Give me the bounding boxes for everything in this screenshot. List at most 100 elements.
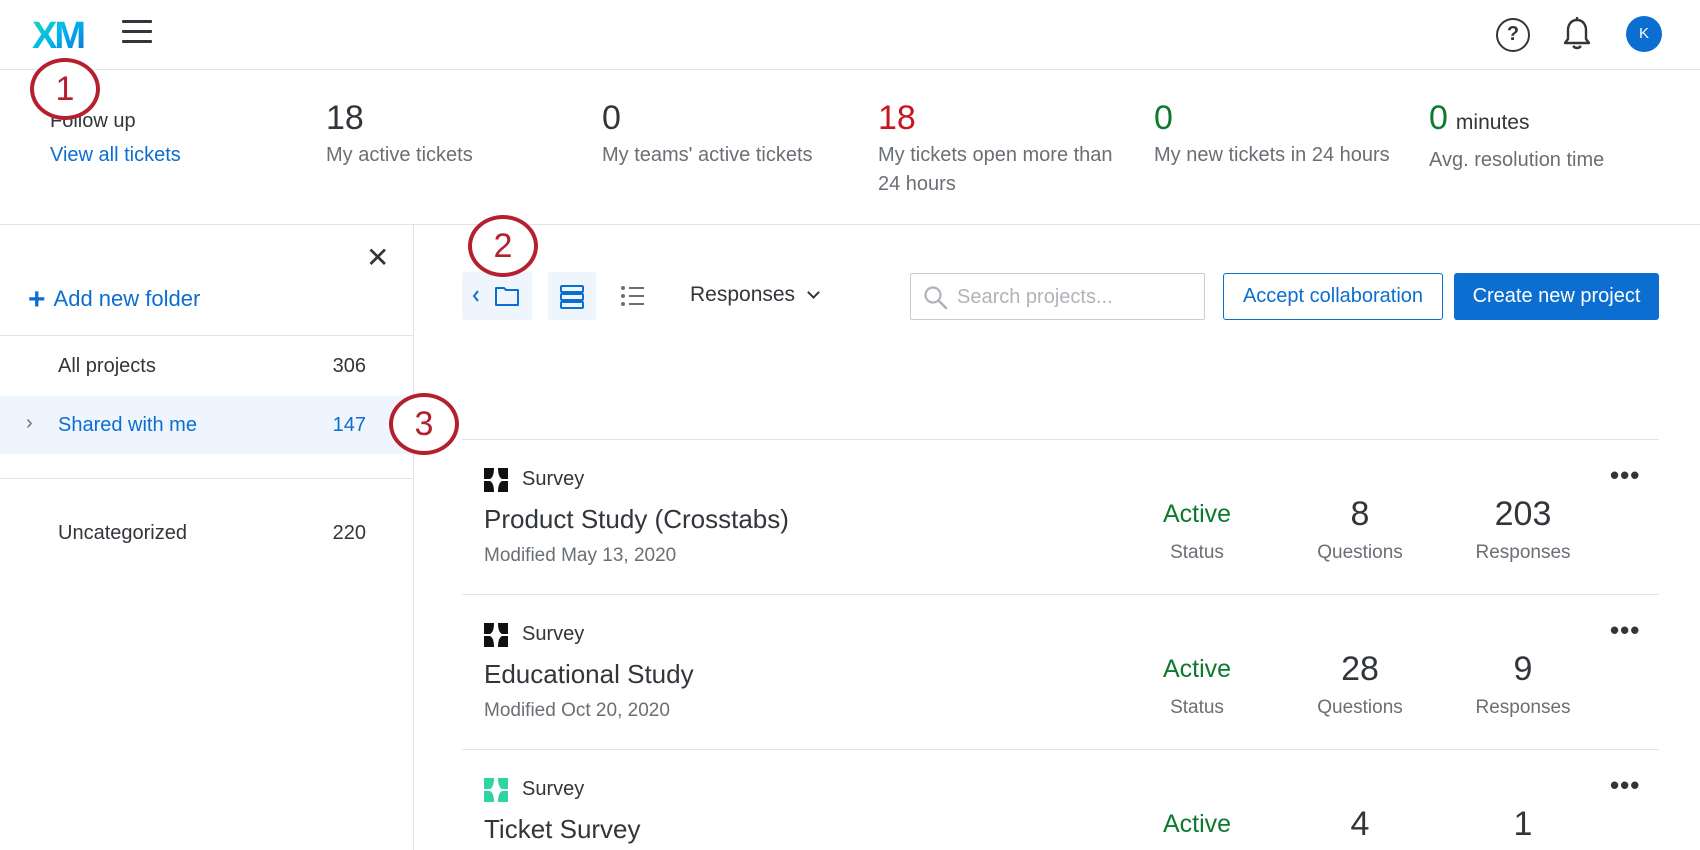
divider [0,478,414,479]
project-row[interactable]: Survey Product Study (Crosstabs) Modifie… [462,440,1659,595]
folder-icon [472,287,519,306]
project-questions: 8 Questions [1295,494,1425,564]
add-folder-label: Add new folder [53,286,201,311]
stat-label: Avg. resolution time [1429,149,1605,171]
create-new-project-button[interactable]: Create new project [1454,273,1659,320]
ticket-survey-icon [484,778,508,802]
stat-tickets-open-24h: 18 My tickets open more than 24 hours [878,98,1113,199]
status-value: Active [1162,655,1232,683]
folder-count: 220 [332,522,366,544]
stat-label-line2: 24 hours [878,173,956,195]
folder-name: Uncategorized [58,522,187,544]
survey-icon [484,468,508,492]
questions-label: Questions [1317,697,1403,718]
plus-icon: + [28,283,46,316]
help-icon[interactable]: ? [1496,18,1530,52]
status-value: Active [1162,810,1232,838]
project-questions: 28 Questions [1295,649,1425,719]
project-responses: 1 [1458,804,1588,844]
folder-name: Shared with me [58,414,197,436]
close-sidebar-icon[interactable]: ✕ [366,243,389,273]
more-options-icon[interactable]: ••• [1610,770,1640,801]
bullet-list-icon [621,286,644,306]
project-questions: 4 [1295,804,1425,844]
stat-label: My new tickets in 24 hours [1154,144,1390,166]
stat-unit: minutes [1455,111,1530,134]
questions-value: 4 [1350,805,1370,843]
folder-name: All projects [58,355,156,377]
accept-collaboration-button[interactable]: Accept collaboration [1223,273,1443,320]
menu-icon[interactable] [122,20,154,46]
folder-uncategorized[interactable]: Uncategorized 220 [0,504,414,562]
view-all-tickets-link[interactable]: View all tickets [50,144,181,167]
chevron-right-icon[interactable]: › [26,412,33,435]
status-label: Status [1170,542,1224,563]
status-label: Status [1170,697,1224,718]
responses-label: Responses [1475,542,1571,563]
xm-logo[interactable]: XM [32,14,92,54]
user-avatar[interactable]: K [1626,16,1662,52]
project-responses: 9 Responses [1458,649,1588,719]
stat-value: 0 [1429,99,1448,137]
project-responses: 203 Responses [1458,494,1588,564]
stat-my-active-tickets: 18 My active tickets [326,98,473,170]
stat-label: My active tickets [326,144,473,166]
project-status: Active Status [1132,494,1262,564]
status-value: Active [1162,500,1232,528]
svg-text:XM: XM [32,15,84,54]
callout-marker: 3 [389,393,459,455]
stat-avg-resolution: 0 minutes Avg. resolution time [1429,98,1604,175]
questions-label: Questions [1317,542,1403,563]
folder-count: 147 [332,414,366,436]
card-list-view-button[interactable] [548,272,596,320]
stat-new-tickets-24h: 0 My new tickets in 24 hours [1154,98,1390,170]
project-title[interactable]: Educational Study [484,659,694,690]
search-input[interactable] [957,282,1197,312]
responses-value: 9 [1513,650,1533,688]
project-type: Survey [522,468,585,490]
folder-sidebar: ✕ + Add new folder All projects 306 › Sha… [0,225,414,850]
more-options-icon[interactable]: ••• [1610,460,1640,491]
sort-dropdown[interactable]: Responses [690,283,820,307]
add-new-folder-button[interactable]: + Add new folder [28,283,200,317]
project-title[interactable]: Product Study (Crosstabs) [484,504,789,535]
project-row[interactable]: Survey Ticket Survey Active 4 1 ••• [462,750,1659,850]
project-type: Survey [522,778,585,800]
project-modified-date: Modified May 13, 2020 [484,545,677,566]
stat-value: 0 [602,99,621,137]
callout-marker: 2 [468,215,538,277]
callout-marker: 1 [30,58,100,120]
more-options-icon[interactable]: ••• [1610,615,1640,646]
list-view-icon [560,285,584,309]
responses-value: 1 [1513,805,1533,843]
compact-list-view-button[interactable] [608,272,656,320]
survey-icon [484,623,508,647]
ticket-stats-bar: Follow up View all tickets 18 My active … [0,70,1700,225]
responses-label: Responses [1475,697,1571,718]
project-row[interactable]: Survey Educational Study Modified Oct 20… [462,595,1659,750]
questions-value: 8 [1350,495,1370,533]
chevron-down-icon [807,286,820,299]
top-bar: XM ? K [0,0,1700,70]
folder-view-toggle-button[interactable] [462,272,532,320]
folder-all-projects[interactable]: All projects 306 [0,337,414,395]
divider [0,335,414,336]
stat-value: 18 [878,99,916,137]
folder-count: 306 [332,355,366,377]
stat-label: My teams' active tickets [602,144,813,166]
folder-shared-with-me[interactable]: › Shared with me 147 [0,396,414,454]
search-projects-box[interactable] [910,273,1205,320]
sort-dropdown-label: Responses [690,283,796,306]
stat-label: My tickets open more than [878,144,1113,166]
search-icon [924,286,948,310]
project-status: Active [1132,804,1262,844]
stat-value: 0 [1154,99,1173,137]
notification-bell-icon[interactable] [1562,16,1592,52]
stat-teams-active-tickets: 0 My teams' active tickets [602,98,813,170]
responses-value: 203 [1494,495,1552,533]
questions-value: 28 [1341,650,1379,688]
project-status: Active Status [1132,649,1262,719]
project-title[interactable]: Ticket Survey [484,814,641,845]
project-modified-date: Modified Oct 20, 2020 [484,700,670,721]
stat-value: 18 [326,99,364,137]
